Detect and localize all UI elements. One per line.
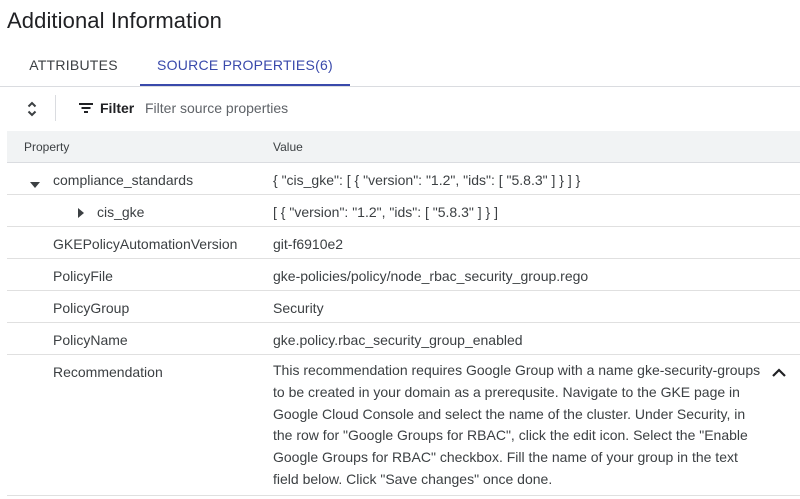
active-tab-indicator — [140, 84, 350, 86]
unfold-more-icon[interactable] — [20, 97, 44, 121]
table-header: Property Value — [7, 131, 800, 163]
property-value: This recommendation requires Google Grou… — [273, 362, 761, 487]
table-row: compliance_standards { "cis_gke": [ { "v… — [7, 163, 800, 195]
property-name: GKEPolicyAutomationVersion — [53, 236, 238, 252]
table-row: PolicyGroup Security — [7, 291, 800, 323]
property-name: PolicyGroup — [53, 300, 130, 316]
table-toolbar: Filter — [0, 87, 800, 129]
chevron-up-icon[interactable] — [769, 363, 789, 383]
expand-right-icon[interactable] — [77, 206, 85, 222]
tab-source-properties[interactable]: SOURCE PROPERTIES(6) — [140, 44, 350, 86]
property-name: compliance_standards — [53, 172, 194, 188]
table-row: GKEPolicyAutomationVersion git-f6910e2 — [7, 227, 800, 259]
expand-down-icon[interactable] — [29, 176, 41, 192]
column-header-property: Property — [24, 140, 70, 154]
filter-list-icon — [78, 100, 94, 116]
filter-label: Filter — [100, 100, 135, 116]
table-row: cis_gke [ { "version": "1.2", "ids": [ "… — [7, 195, 800, 227]
property-name: PolicyFile — [53, 268, 113, 284]
property-value: git-f6910e2 — [273, 236, 344, 252]
page-title: Additional Information — [7, 8, 222, 33]
filter-input[interactable] — [145, 98, 545, 118]
property-name: Recommendation — [53, 364, 163, 380]
column-header-value: Value — [273, 140, 303, 154]
property-value: gke-policies/policy/node_rbac_security_g… — [273, 268, 589, 284]
properties-table: Property Value compliance_standards { "c… — [7, 131, 800, 496]
toolbar-divider — [55, 95, 56, 121]
table-row: PolicyFile gke-policies/policy/node_rbac… — [7, 259, 800, 291]
tab-attributes-label: ATTRIBUTES — [29, 57, 118, 73]
table-row: PolicyName gke.policy.rbac_security_grou… — [7, 323, 800, 355]
property-value: { "cis_gke": [ { "version": "1.2", "ids"… — [273, 172, 581, 188]
table-row: Recommendation This recommendation requi… — [7, 355, 800, 496]
property-name: cis_gke — [97, 204, 145, 220]
property-value: [ { "version": "1.2", "ids": [ "5.8.3" ]… — [273, 204, 498, 220]
property-value: gke.policy.rbac_security_group_enabled — [273, 332, 523, 348]
property-name: PolicyName — [53, 332, 128, 348]
tab-source-properties-label: SOURCE PROPERTIES(6) — [157, 57, 333, 73]
tab-bar: ATTRIBUTES SOURCE PROPERTIES(6) — [0, 44, 800, 87]
property-value: Security — [273, 300, 324, 316]
tab-attributes[interactable]: ATTRIBUTES — [16, 44, 131, 84]
